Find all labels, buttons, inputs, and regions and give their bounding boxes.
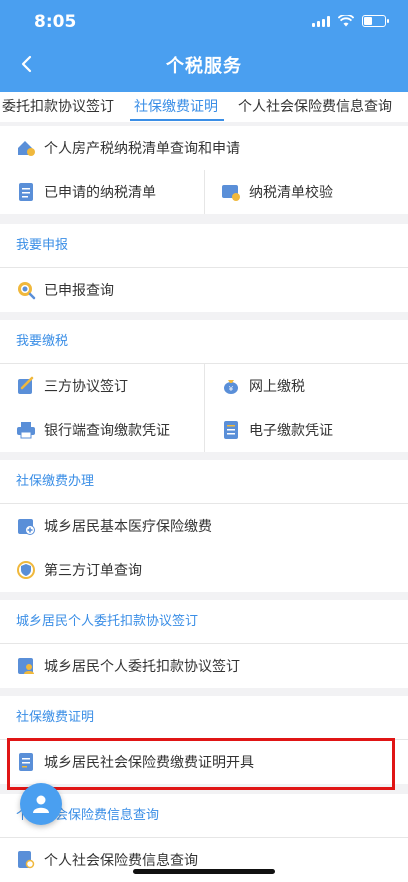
- tax-list-group: 个人房产税纳税清单查询和申请 已申请的纳税清单 纳税清单校验: [0, 126, 408, 214]
- section-title-social: 社保缴费办理: [0, 460, 408, 504]
- declared-query-item[interactable]: 已申报查询: [0, 268, 408, 312]
- printer-icon: [16, 420, 36, 440]
- section-title-pay: 我要缴税: [0, 320, 408, 364]
- wifi-icon: [338, 15, 354, 27]
- house-tax-item[interactable]: 个人房产税纳税清单查询和申请: [0, 126, 408, 170]
- battery-icon: [362, 15, 389, 27]
- e-voucher-item[interactable]: 电子缴款凭证: [205, 408, 408, 452]
- list-doc-icon: [16, 182, 36, 202]
- house-tax-icon: [16, 138, 36, 158]
- app-header: 8:05 个税服务: [0, 0, 408, 92]
- pay-group: 三方协议签订 ¥ 网上缴税 银行端查询缴款凭证 电子缴款凭证: [0, 364, 408, 452]
- section-title-entrust: 城乡居民个人委托扣款协议签订: [0, 600, 408, 644]
- doc-search-icon: [16, 850, 36, 870]
- tripartite-agreement-item[interactable]: 三方协议签订: [0, 364, 205, 408]
- money-bag-icon: ¥: [221, 376, 241, 396]
- verify-icon: [221, 182, 241, 202]
- sign-document-icon: [16, 376, 36, 396]
- medical-insurance-pay-item[interactable]: 城乡居民基本医疗保险缴费: [0, 504, 408, 548]
- third-party-order-query-item[interactable]: 第三方订单查询: [0, 548, 408, 592]
- user-card-icon: [16, 656, 36, 676]
- online-pay-item[interactable]: ¥ 网上缴税: [205, 364, 408, 408]
- svg-text:¥: ¥: [229, 385, 234, 393]
- entrust-agreement-item[interactable]: 城乡居民个人委托扣款协议签订: [0, 644, 408, 688]
- medical-card-icon: [16, 516, 36, 536]
- user-icon: [33, 795, 49, 813]
- search-icon: [16, 280, 36, 300]
- status-indicators: [312, 15, 389, 27]
- customer-service-button[interactable]: [20, 783, 62, 825]
- social-group: 城乡居民基本医疗保险缴费 第三方订单查询: [0, 504, 408, 592]
- status-time: 8:05: [34, 12, 77, 32]
- bank-voucher-query-item[interactable]: 银行端查询缴款凭证: [0, 408, 205, 452]
- signal-icon: [312, 15, 330, 27]
- tax-list-verify-item[interactable]: 纳税清单校验: [205, 170, 408, 214]
- shield-icon: [16, 560, 36, 580]
- section-title-declare: 我要申报: [0, 224, 408, 268]
- highlight-annotation: [7, 738, 395, 790]
- tab-social-certificate[interactable]: 社保缴费证明: [134, 96, 218, 116]
- section-title-certificate: 社保缴费证明: [0, 696, 408, 740]
- page-title: 个税服务: [166, 56, 242, 77]
- tab-entrust-agreement[interactable]: 委托扣款协议签订: [2, 96, 114, 116]
- applied-tax-list-item[interactable]: 已申请的纳税清单: [0, 170, 205, 214]
- receipt-icon: [221, 420, 241, 440]
- active-tab-indicator: [130, 119, 224, 121]
- tab-bar: 委托扣款协议签订 社保缴费证明 个人社会保险费信息查询: [0, 92, 408, 122]
- social-info-query-item[interactable]: 个人社会保险费信息查询: [0, 838, 408, 882]
- tab-social-info-query[interactable]: 个人社会保险费信息查询: [238, 96, 392, 116]
- home-indicator: [133, 869, 275, 874]
